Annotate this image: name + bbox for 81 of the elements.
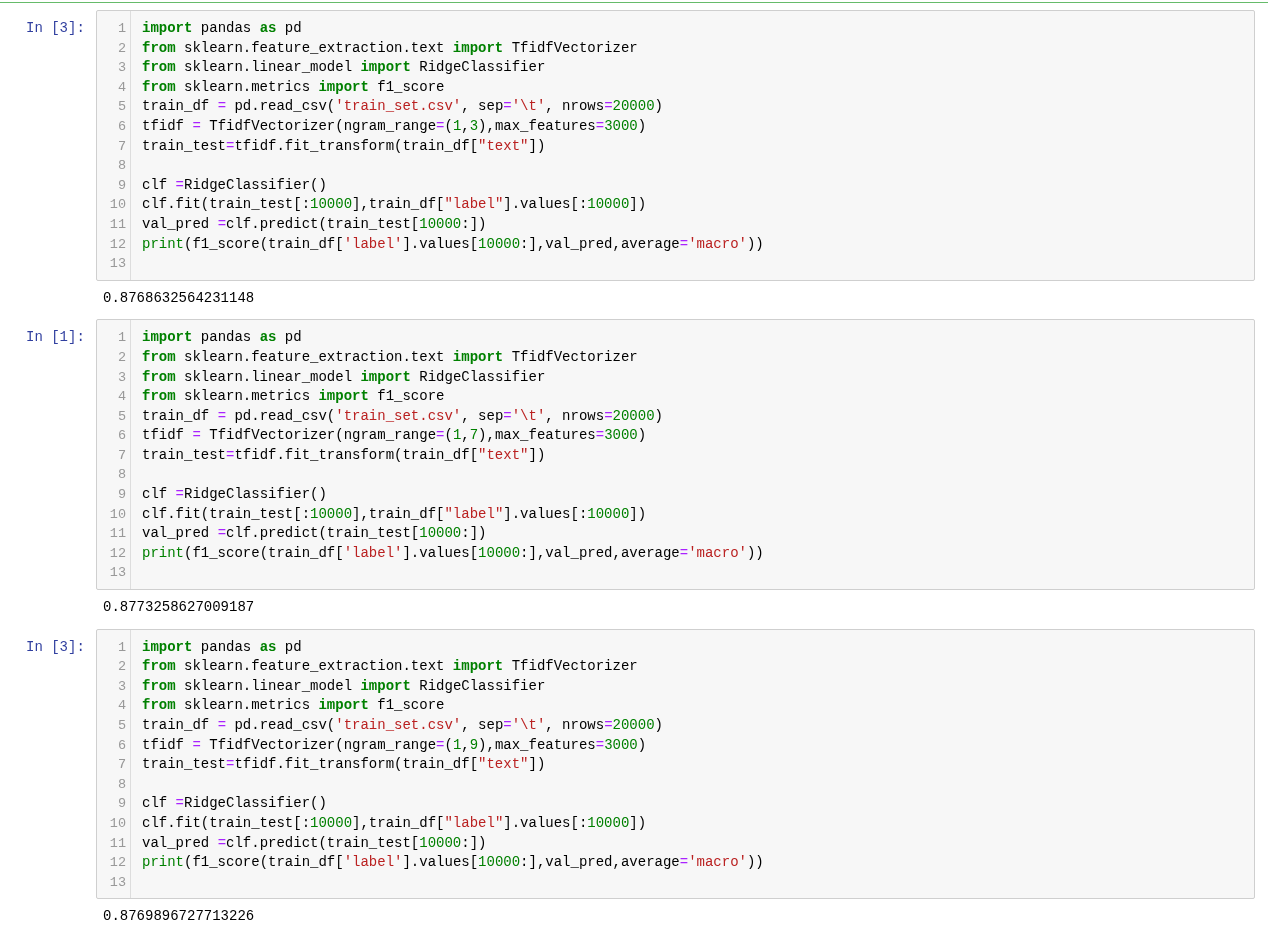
code-line: val_pred =clf.predict(train_test[10000:]) [142,524,487,544]
line-number: 2 [117,348,127,367]
code-line: from sklearn.metrics import f1_score [142,387,445,407]
code-line: import pandas as pd [142,19,302,38]
code-line: train_test=tfidf.fit_transform(train_df["text"]) [142,136,546,156]
code-line: clf =RidgeClassifier() [142,794,327,814]
line-number: 7 [117,137,127,156]
line-number: 8 [117,466,127,485]
line-number: 11 [109,525,127,544]
line-number: 12 [109,235,127,254]
code-line: train_test=tfidf.fit_transform(train_df["text"]) [142,755,546,775]
line-number: 5 [117,98,127,117]
code-line: from sklearn.metrics import f1_score [142,696,445,716]
code-line: import pandas as pd [142,637,302,657]
code-line: from sklearn.linear_model import RidgeClassifier [142,367,546,387]
code-line: from sklearn.feature_extraction.text import TfidfVectorizer [142,657,638,677]
line-number: 6 [117,117,127,136]
code-line: clf.fit(train_test[:10000],train_df["label"].values[:10000]) [142,813,647,833]
line-number: 7 [117,446,127,465]
code-line: tfidf = TfidfVectorizer(ngram_range=(1,9),max_features=3000) [142,735,647,755]
line-number: 10 [109,196,127,215]
line-number: 7 [117,756,127,775]
line-number: 1 [117,638,127,657]
code-line: val_pred =clf.predict(train_test[10000:]) [142,214,487,234]
line-number: 5 [117,717,127,735]
code-line: train_df = pd.read_csv('train_set.csv', sep='\t', nrows=20000) [142,406,663,426]
code-line: clf.fit(train_test[:10000],train_df["label"].values[:10000]) [142,504,647,524]
line-number: 6 [117,736,127,755]
code-line: clf =RidgeClassifier() [142,485,327,505]
code-line: val_pred =clf.predict(train_test[10000:]) [142,833,487,853]
code-line: from sklearn.linear_model import RidgeClassifier [142,676,546,696]
line-number: 13 [109,255,127,274]
line-number: 9 [117,795,127,814]
code-editor[interactable] [96,628,1255,900]
line-number: 9 [117,176,127,195]
cell-output: 0.8768632564231148 [103,288,255,308]
code-line: clf.fit(train_test[:10000],train_df["label"].values[:10000]) [142,195,647,215]
input-prompt: In [1]: [25,328,86,348]
line-number: 12 [109,854,127,873]
line-number: 9 [117,486,127,505]
line-number: 1 [117,20,127,38]
code-line: import pandas as pd [142,328,302,348]
code-line: train_df = pd.read_csv('train_set.csv', sep='\t', nrows=20000) [142,97,663,117]
line-number: 8 [117,157,127,176]
line-number: 2 [117,658,127,677]
code-line: train_test=tfidf.fit_transform(train_df["text"]) [142,445,546,465]
code-line: from sklearn.feature_extraction.text import TfidfVectorizer [142,347,638,367]
line-number: 12 [109,544,127,563]
line-number: 8 [117,775,127,794]
code-line: from sklearn.linear_model import RidgeClassifier [142,58,546,78]
code-line: print(f1_score(train_df['label'].values[10000:],val_pred,average='macro')) [142,234,764,254]
code-line: train_df = pd.read_csv('train_set.csv', sep='\t', nrows=20000) [142,716,663,735]
code-line: clf =RidgeClassifier() [142,175,327,195]
code-editor[interactable] [96,10,1255,281]
line-number: 1 [117,329,127,348]
code-line: from sklearn.metrics import f1_score [142,77,445,97]
line-number: 3 [117,677,127,696]
line-number: 13 [109,564,127,583]
line-number: 4 [117,697,127,716]
code-line: print(f1_score(train_df['label'].values[10000:],val_pred,average='macro')) [142,853,764,873]
code-line: print(f1_score(train_df['label'].values[10000:],val_pred,average='macro')) [142,543,764,563]
line-number: 4 [117,388,127,407]
line-number: 11 [109,834,127,853]
input-prompt: In [3]: [25,19,86,38]
input-prompt: In [3]: [25,637,86,657]
code-line: from sklearn.feature_extraction.text import TfidfVectorizer [142,38,638,58]
line-number: 13 [109,873,127,892]
cell-output: 0.8769896727713226 [103,907,255,927]
line-number: 3 [117,368,127,387]
line-number: 6 [117,427,127,446]
code-editor[interactable] [96,319,1255,591]
line-number: 10 [109,814,127,833]
code-line: tfidf = TfidfVectorizer(ngram_range=(1,7),max_features=3000) [142,426,647,446]
line-number: 3 [117,59,127,78]
cell-output: 0.8773258627009187 [103,598,255,618]
line-number: 10 [109,505,127,524]
code-line: tfidf = TfidfVectorizer(ngram_range=(1,3),max_features=3000) [142,116,647,136]
line-number: 4 [117,78,127,97]
line-number: 5 [117,407,127,426]
line-number: 2 [117,39,127,58]
line-number: 11 [109,215,127,234]
